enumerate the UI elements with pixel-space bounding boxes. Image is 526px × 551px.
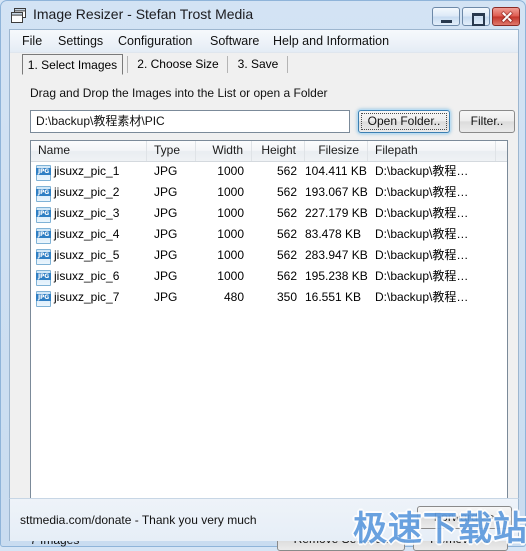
tab-separator xyxy=(227,56,228,73)
application-window: Image Resizer - Stefan Trost Media File S… xyxy=(0,0,526,551)
cell-type: JPG xyxy=(154,164,178,178)
cell-height: 562 xyxy=(276,248,297,262)
cell-type: JPG xyxy=(154,290,178,304)
cell-type: JPG xyxy=(154,185,178,199)
image-list[interactable]: Name Type Width Height Filesize Filepath JPG j… xyxy=(30,140,508,525)
column-header-height[interactable]: Height xyxy=(252,141,305,161)
cell-filepath: D:\backup\教程… xyxy=(375,290,469,304)
cell-height: 562 xyxy=(276,164,297,178)
cell-filepath: D:\backup\教程… xyxy=(375,227,469,241)
cell-height: 350 xyxy=(276,290,297,304)
tab-choose-size[interactable]: 2. Choose Size xyxy=(132,54,224,75)
cell-filesize: 83.478 KB xyxy=(305,227,362,241)
cell-filesize: 195.238 KB xyxy=(305,269,368,283)
cell-name: jisuxz_pic_7 xyxy=(54,290,120,304)
table-row[interactable]: JPG jisuxz_pic_2 JPG 1000 562 193.067 KB D:\ba… xyxy=(31,182,507,203)
table-row[interactable]: JPG jisuxz_pic_4 JPG 1000 562 83.478 KB D:\bac… xyxy=(31,224,507,245)
minimize-button[interactable] xyxy=(432,7,460,26)
cell-filepath: D:\backup\教程… xyxy=(375,248,469,262)
cell-filesize: 283.947 KB xyxy=(305,248,368,262)
cell-width: 1000 xyxy=(217,227,244,241)
cell-name: jisuxz_pic_4 xyxy=(54,227,120,241)
cell-width: 1000 xyxy=(217,248,244,262)
title-bar[interactable]: Image Resizer - Stefan Trost Media xyxy=(1,1,525,29)
column-header-type[interactable]: Type xyxy=(147,141,196,161)
cell-width: 480 xyxy=(223,290,244,304)
cell-filepath: D:\backup\教程… xyxy=(375,164,469,178)
cell-name: jisuxz_pic_3 xyxy=(54,206,120,220)
close-icon xyxy=(493,8,519,25)
table-row[interactable]: JPG jisuxz_pic_5 JPG 1000 562 283.947 KB D:\ba… xyxy=(31,245,507,266)
select-images-panel: Drag and Drop the Images into the List o… xyxy=(10,78,518,551)
folder-path-input[interactable]: D:\backup\教程素材\PIC xyxy=(30,110,350,133)
close-button[interactable] xyxy=(492,7,520,26)
filter-button[interactable]: Filter.. xyxy=(459,110,515,133)
cell-name: jisuxz_pic_2 xyxy=(54,185,120,199)
cell-width: 1000 xyxy=(217,206,244,220)
cell-type: JPG xyxy=(154,227,178,241)
menu-item-help-and-information[interactable]: Help and Information xyxy=(271,33,391,49)
cell-width: 1000 xyxy=(217,164,244,178)
cell-filesize: 16.551 KB xyxy=(305,290,362,304)
cell-name: jisuxz_pic_1 xyxy=(54,164,120,178)
focus-rect xyxy=(361,113,447,130)
column-header-blank[interactable] xyxy=(496,141,507,161)
tab-strip: 1. Select Images 2. Choose Size 3. Save xyxy=(10,52,518,78)
list-header[interactable]: Name Type Width Height Filesize Filepath xyxy=(31,141,507,162)
drop-hint-label: Drag and Drop the Images into the List o… xyxy=(30,86,328,100)
cell-height: 562 xyxy=(276,269,297,283)
window-title: Image Resizer - Stefan Trost Media xyxy=(33,6,254,22)
table-row[interactable]: JPG jisuxz_pic_7 JPG 480 350 16.551 KB D:\back… xyxy=(31,287,507,308)
tab-save[interactable]: 3. Save xyxy=(231,54,285,75)
cell-type: JPG xyxy=(154,206,178,220)
table-row[interactable]: JPG jisuxz_pic_3 JPG 1000 562 227.179 KB D:\ba… xyxy=(31,203,507,224)
donate-status-text: sttmedia.com/donate - Thank you very muc… xyxy=(20,513,257,527)
status-bar: sttmedia.com/donate - Thank you very muc… xyxy=(9,498,519,541)
column-header-width[interactable]: Width xyxy=(196,141,252,161)
cell-type: JPG xyxy=(154,248,178,262)
minimize-icon xyxy=(433,8,459,25)
cell-filesize: 227.179 KB xyxy=(305,206,368,220)
cell-height: 562 xyxy=(276,206,297,220)
cell-height: 562 xyxy=(276,227,297,241)
cell-filepath: D:\backup\教程… xyxy=(375,185,469,199)
menu-item-configuration[interactable]: Configuration xyxy=(116,33,194,49)
cell-width: 1000 xyxy=(217,269,244,283)
column-header-filepath[interactable]: Filepath xyxy=(368,141,496,161)
cell-height: 562 xyxy=(276,185,297,199)
menu-item-settings[interactable]: Settings xyxy=(56,33,105,49)
column-header-filesize[interactable]: Filesize xyxy=(305,141,368,161)
menu-item-file[interactable]: File xyxy=(20,33,44,49)
tab-separator xyxy=(287,56,288,73)
cascading-windows-icon xyxy=(11,8,26,23)
cell-width: 1000 xyxy=(217,185,244,199)
cell-filepath: D:\backup\教程… xyxy=(375,206,469,220)
cell-filesize: 193.067 KB xyxy=(305,185,368,199)
cell-filesize: 104.411 KB xyxy=(305,164,367,178)
table-row[interactable]: JPG jisuxz_pic_1 JPG 1000 562 104.411 KB D:\ba… xyxy=(31,161,507,182)
tab-separator xyxy=(127,56,128,73)
maximize-button[interactable] xyxy=(462,7,490,26)
table-row[interactable]: JPG jisuxz_pic_6 JPG 1000 562 195.238 KB D:\ba… xyxy=(31,266,507,287)
cell-type: JPG xyxy=(154,269,178,283)
cell-name: jisuxz_pic_5 xyxy=(54,248,120,262)
menu-bar: File Settings Configuration Software Help an… xyxy=(10,30,518,53)
list-rows: JPG jisuxz_pic_1 JPG 1000 562 104.411 KB D:\ba… xyxy=(31,161,507,308)
cell-filepath: D:\backup\教程… xyxy=(375,269,469,283)
maximize-icon xyxy=(463,8,489,26)
column-header-name[interactable]: Name xyxy=(31,141,147,161)
menu-item-software[interactable]: Software xyxy=(208,33,261,49)
cell-name: jisuxz_pic_6 xyxy=(54,269,120,283)
client-area: File Settings Configuration Software Help an… xyxy=(9,29,519,551)
forward-button[interactable]: Forward >> xyxy=(417,506,512,529)
open-folder-button[interactable]: Open Folder.. xyxy=(358,110,450,133)
tab-select-images[interactable]: 1. Select Images xyxy=(22,54,123,75)
